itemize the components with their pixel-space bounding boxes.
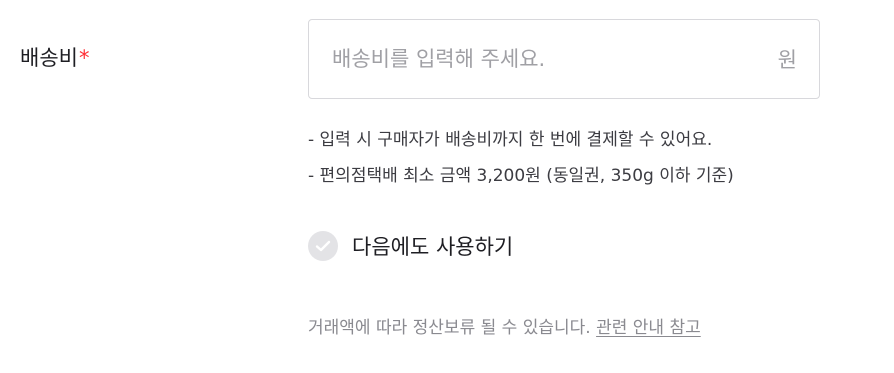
settlement-notice: 거래액에 따라 정산보류 될 수 있습니다. 관련 안내 참고 — [308, 314, 701, 342]
checkmark-icon — [315, 240, 331, 252]
shipping-fee-input[interactable] — [332, 47, 778, 71]
related-guide-link[interactable]: 관련 안내 참고 — [596, 318, 701, 338]
settlement-notice-text: 거래액에 따라 정산보류 될 수 있습니다. — [308, 318, 597, 338]
currency-unit: 원 — [777, 48, 797, 72]
reuse-checkbox-label[interactable]: 다음에도 사용하기 — [352, 231, 513, 261]
shipping-fee-label: 배송비* — [20, 44, 89, 72]
required-mark: * — [78, 46, 90, 70]
shipping-fee-notes: - 입력 시 구매자가 배송비까지 한 번에 결제할 수 있어요. - 편의점택… — [308, 122, 734, 194]
reuse-checkbox[interactable]: 다음에도 사용하기 — [308, 231, 513, 261]
note-item: - 편의점택배 최소 금액 3,200원 (동일권, 350g 이하 기준) — [308, 166, 734, 186]
shipping-fee-input-box[interactable]: 원 — [308, 19, 820, 99]
shipping-fee-label-text: 배송비 — [20, 46, 78, 70]
note-item: - 입력 시 구매자가 배송비까지 한 번에 결제할 수 있어요. — [308, 130, 713, 150]
check-circle-icon[interactable] — [308, 231, 338, 261]
